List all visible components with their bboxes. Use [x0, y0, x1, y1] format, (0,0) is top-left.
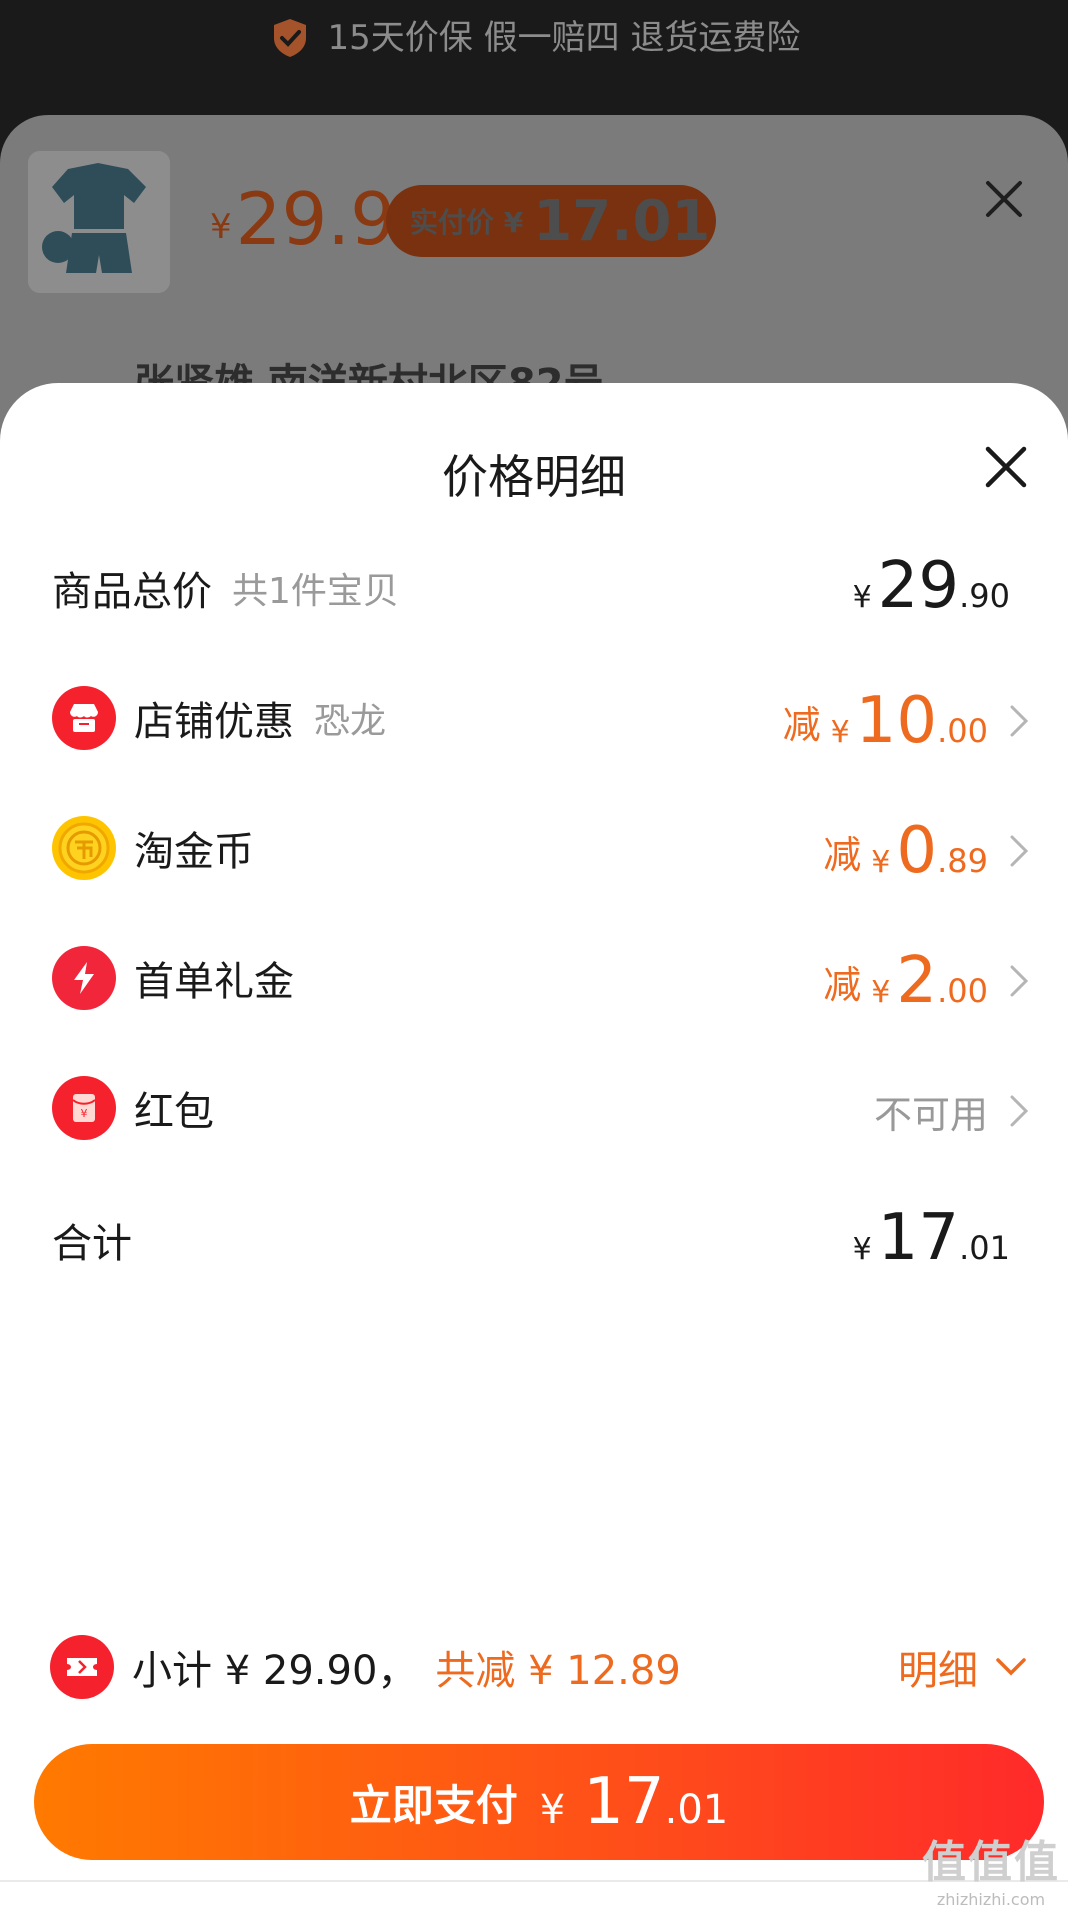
minus-label: 减: [823, 832, 862, 877]
watermark: 值值值 zhizhizhi.com: [922, 1826, 1060, 1909]
detail-toggle[interactable]: 明细: [898, 1622, 1028, 1712]
app-root: 15天价保 假一赔四 退货运费险 ¥29.9 实付价 ¥ 17.01 张贤雄 南…: [0, 0, 1068, 1912]
store-icon: [52, 686, 116, 750]
row-goods-total: 商品总价 共1件宝贝 ¥29.90: [0, 548, 1068, 628]
coin-icon: [52, 816, 116, 880]
pay-button-amount: ¥17.01: [539, 1765, 729, 1839]
chevron-right-icon: [1010, 965, 1029, 997]
row-label: 红包: [134, 1089, 214, 1135]
total-amount: ¥17.01: [852, 1201, 1010, 1275]
row-store-discount[interactable]: 店铺优惠 恐龙 减 ¥10.00: [0, 678, 1068, 758]
paid-price-pill: 实付价 ¥ 17.01: [386, 185, 716, 257]
sheet-close-icon[interactable]: [982, 443, 1030, 491]
pay-button-label: 立即支付: [349, 1780, 518, 1830]
row-label: 合计: [52, 1221, 132, 1267]
coupon-icon: [50, 1635, 114, 1699]
row-sublabel: 恐龙: [314, 701, 387, 742]
product-thumbnail: [28, 151, 170, 293]
divider: [0, 1880, 1068, 1882]
subtotal-text: 小计 ¥ 29.90，: [132, 1648, 418, 1694]
row-label: 商品总价: [52, 569, 212, 615]
coin-discount-amount: ¥0.89: [871, 814, 988, 888]
row-label: 淘金币: [134, 829, 254, 875]
close-icon[interactable]: [976, 171, 1032, 227]
watermark-logo: 值值值: [922, 1837, 1060, 1888]
swimsuit-image-icon: [28, 151, 170, 293]
chevron-right-icon: [1010, 705, 1029, 737]
row-taojinbi[interactable]: 淘金币 减 ¥0.89: [0, 808, 1068, 888]
chevron-down-icon: [996, 1658, 1026, 1676]
guarantee-banner: 15天价保 假一赔四 退货运费险: [0, 0, 1068, 120]
sheet-title: 价格明细: [442, 450, 626, 504]
lightning-icon: [52, 946, 116, 1010]
minus-label: 减: [823, 962, 862, 1007]
row-total: 合计 ¥17.01: [0, 1200, 1068, 1280]
guarantee-text: 15天价保 假一赔四 退货运费险: [327, 18, 801, 58]
minus-label: 减: [782, 702, 821, 747]
original-price: ¥29.9: [210, 177, 396, 261]
unavailable-status: 不可用: [873, 1092, 988, 1137]
gift-discount-amount: ¥2.00: [871, 944, 988, 1018]
chevron-right-icon: [1010, 1095, 1029, 1127]
chevron-right-icon: [1010, 835, 1029, 867]
row-label: 店铺优惠: [134, 699, 294, 745]
goods-total-amount: ¥29.90: [852, 549, 1010, 623]
row-sublabel: 共1件宝贝: [232, 571, 399, 612]
watermark-url: zhizhizhi.com: [936, 1890, 1046, 1909]
order-summary-bar: 小计 ¥ 29.90， 共减 ¥ 12.89 明细: [0, 1622, 1068, 1712]
svg-text:¥: ¥: [81, 1107, 88, 1120]
detail-label: 明细: [898, 1648, 978, 1694]
row-label: 首单礼金: [134, 959, 294, 1005]
row-red-packet[interactable]: ¥ 红包 不可用: [0, 1068, 1068, 1148]
store-discount-amount: ¥10.00: [830, 684, 988, 758]
row-first-order-gift[interactable]: 首单礼金 减 ¥2.00: [0, 938, 1068, 1018]
total-discount-text: 共减 ¥ 12.89: [435, 1648, 681, 1694]
shield-icon: [273, 19, 306, 57]
pay-now-button[interactable]: 立即支付 ¥17.01: [34, 1744, 1044, 1860]
red-packet-icon: ¥: [52, 1076, 116, 1140]
